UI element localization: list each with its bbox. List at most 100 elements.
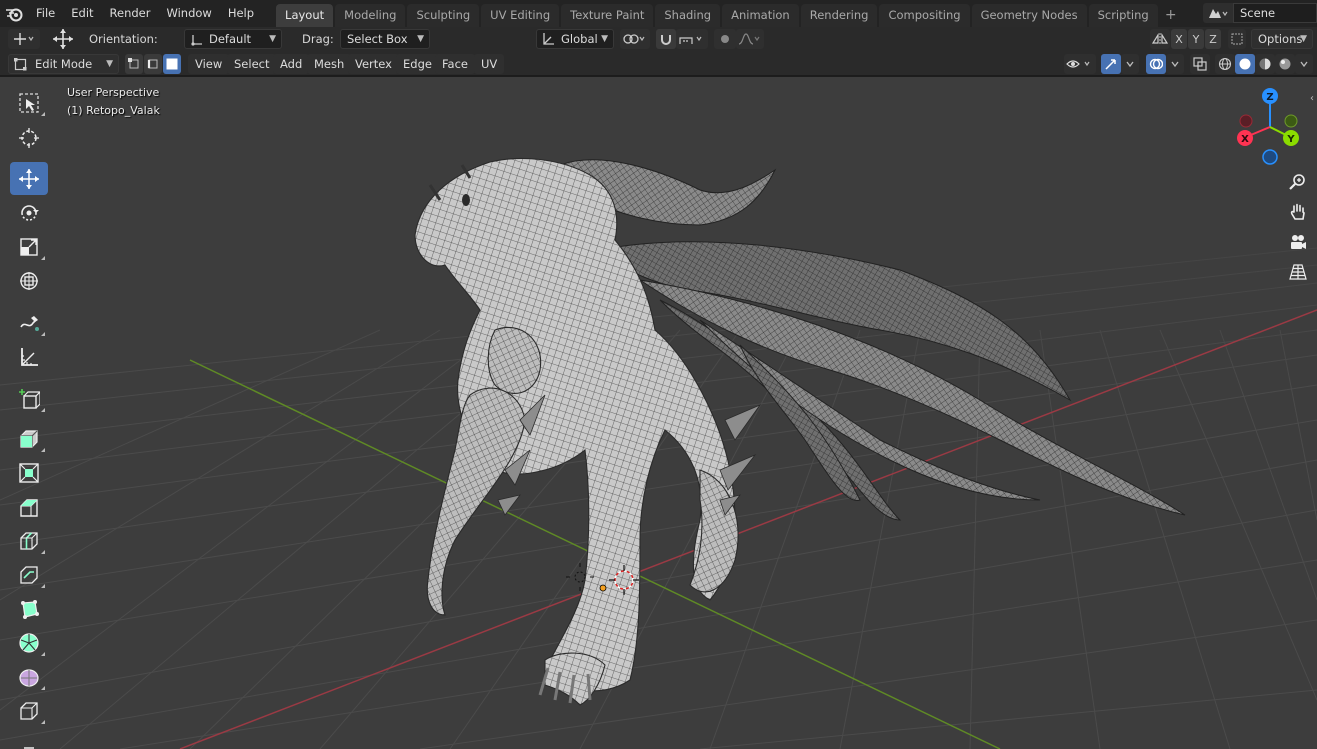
gizmo-neg-y-handle[interactable] xyxy=(1284,114,1298,128)
blender-logo-icon[interactable] xyxy=(0,0,28,27)
annotate-tool-icon[interactable] xyxy=(10,306,48,339)
knife-tool-icon[interactable] xyxy=(10,558,48,591)
menu-help[interactable]: Help xyxy=(220,0,262,27)
gizmo-x-label: X xyxy=(1241,134,1249,145)
auto-merge-icon[interactable] xyxy=(1228,29,1246,49)
rendered-shading-button[interactable] xyxy=(1275,54,1295,74)
tool-variants-indicator xyxy=(41,720,45,724)
tab-sculpting[interactable]: Sculpting xyxy=(407,4,480,27)
zoom-icon[interactable] xyxy=(1285,169,1311,195)
rotate-tool-icon[interactable] xyxy=(10,196,48,229)
menu-add[interactable]: Add xyxy=(273,54,310,74)
scene-name-field[interactable]: Scene xyxy=(1233,3,1317,23)
extrude-tool-icon[interactable] xyxy=(10,422,48,455)
transform-tool-icon[interactable] xyxy=(10,264,48,297)
gizmo-neg-x-handle[interactable] xyxy=(1239,114,1253,128)
tool-variants-indicator xyxy=(41,332,45,336)
menu-mesh[interactable]: Mesh xyxy=(307,54,352,74)
mirror-z-button[interactable]: Z xyxy=(1205,29,1221,49)
menu-edit[interactable]: Edit xyxy=(63,0,101,27)
visibility-selectability-button[interactable] xyxy=(1064,54,1096,74)
scale-tool-icon[interactable] xyxy=(10,230,48,263)
move-tool-icon[interactable] xyxy=(10,162,48,195)
bevel-tool-icon[interactable] xyxy=(10,490,48,523)
gizmo-y-handle[interactable]: Y xyxy=(1283,130,1299,146)
overlays-toggle-button[interactable] xyxy=(1146,54,1166,74)
tab-uv-editing[interactable]: UV Editing xyxy=(481,4,560,27)
orientation-value: Default xyxy=(209,32,252,46)
measure-tool-icon[interactable] xyxy=(10,340,48,373)
pan-hand-icon[interactable] xyxy=(1285,199,1311,225)
mirror-icon[interactable] xyxy=(1150,29,1170,49)
top-bar: File Edit Render Window Help Layout Mode… xyxy=(0,0,1317,27)
camera-view-icon[interactable] xyxy=(1285,229,1311,255)
move-gizmo-icon[interactable] xyxy=(50,28,76,50)
menu-face[interactable]: Face xyxy=(435,54,476,74)
menu-select[interactable]: Select xyxy=(227,54,277,74)
orientation-dropdown[interactable]: Default ▼ xyxy=(184,29,282,49)
menu-view[interactable]: View xyxy=(188,54,230,74)
options-dropdown[interactable]: Options ▼ xyxy=(1251,29,1313,49)
vertex-select-mode-button[interactable] xyxy=(125,54,143,74)
tab-layout[interactable]: Layout xyxy=(276,4,334,27)
select-box-tool-icon[interactable] xyxy=(10,86,48,119)
gizmo-x-handle[interactable]: X xyxy=(1237,130,1253,146)
3d-viewport[interactable]: User Perspective (1) Retopo_Valak Z X Y … xyxy=(0,77,1317,749)
pivot-point-button[interactable] xyxy=(620,29,650,49)
shrink-fatten-tool-icon[interactable] xyxy=(10,694,48,727)
tab-modeling[interactable]: Modeling xyxy=(335,4,406,27)
ortho-grid-icon[interactable] xyxy=(1285,259,1311,285)
navigation-gizmo[interactable]: Z X Y xyxy=(1232,85,1308,169)
snap-toggle-button[interactable] xyxy=(656,29,676,49)
poly-build-tool-icon[interactable] xyxy=(10,592,48,625)
menu-file[interactable]: File xyxy=(28,0,63,27)
add-cube-tool-icon[interactable] xyxy=(10,382,48,415)
menu-vertex[interactable]: Vertex xyxy=(348,54,399,74)
editor-header: Edit Mode ▼ View Select Add Mesh Vertex … xyxy=(0,52,1317,76)
scene-icon[interactable] xyxy=(1203,3,1233,23)
mode-dropdown[interactable]: Edit Mode ▼ xyxy=(8,54,119,74)
tab-animation[interactable]: Animation xyxy=(722,4,799,27)
menu-window[interactable]: Window xyxy=(158,0,219,27)
smooth-tool-icon[interactable] xyxy=(10,660,48,693)
loop-cut-tool-icon[interactable] xyxy=(10,524,48,557)
tab-rendering[interactable]: Rendering xyxy=(800,4,878,27)
chevron-down-icon: ▼ xyxy=(269,34,276,44)
face-select-mode-button[interactable] xyxy=(163,54,181,74)
gizmo-toggle-button[interactable] xyxy=(1101,54,1121,74)
overlays-menu-button[interactable] xyxy=(1166,54,1184,74)
solid-shading-button[interactable] xyxy=(1235,54,1255,74)
wireframe-shading-button[interactable] xyxy=(1215,54,1235,74)
sidebar-toggle-icon[interactable]: ‹ xyxy=(1310,93,1314,104)
gizmo-menu-button[interactable] xyxy=(1121,54,1139,74)
drag-dropdown[interactable]: Select Box ▼ xyxy=(340,29,430,49)
spin-tool-icon[interactable] xyxy=(10,626,48,659)
xray-toggle-button[interactable] xyxy=(1190,54,1210,74)
inset-tool-icon[interactable] xyxy=(10,456,48,489)
tab-shading[interactable]: Shading xyxy=(655,4,721,27)
mirror-x-button[interactable]: X xyxy=(1171,29,1187,49)
gizmo-z-handle[interactable]: Z xyxy=(1262,88,1278,104)
add-workspace-button[interactable]: + xyxy=(1160,4,1182,27)
tab-texture-paint[interactable]: Texture Paint xyxy=(561,4,654,27)
material-preview-button[interactable] xyxy=(1255,54,1275,74)
falloff-button[interactable] xyxy=(736,29,764,49)
edge-select-mode-button[interactable] xyxy=(144,54,162,74)
menu-uv[interactable]: UV xyxy=(474,54,505,74)
shear-tool-icon[interactable] xyxy=(10,728,48,749)
menu-edge[interactable]: Edge xyxy=(396,54,439,74)
tab-scripting[interactable]: Scripting xyxy=(1088,4,1158,27)
shading-menu-button[interactable] xyxy=(1295,54,1313,74)
global-axis-icon xyxy=(541,32,555,51)
cursor-tool-icon[interactable] xyxy=(10,121,48,154)
snap-target-button[interactable] xyxy=(676,29,708,49)
menu-render[interactable]: Render xyxy=(102,0,159,27)
tab-geometry-nodes[interactable]: Geometry Nodes xyxy=(971,4,1087,27)
transform-orientation-dropdown[interactable]: Global ▼ xyxy=(536,29,614,49)
tab-compositing[interactable]: Compositing xyxy=(879,4,970,27)
mirror-y-button[interactable]: Y xyxy=(1188,29,1204,49)
tool-icon-button[interactable] xyxy=(8,29,40,49)
gizmo-neg-z-handle[interactable] xyxy=(1262,149,1278,165)
viewport-object-label: (1) Retopo_Valak xyxy=(67,104,160,117)
proportional-edit-button[interactable] xyxy=(714,29,736,49)
